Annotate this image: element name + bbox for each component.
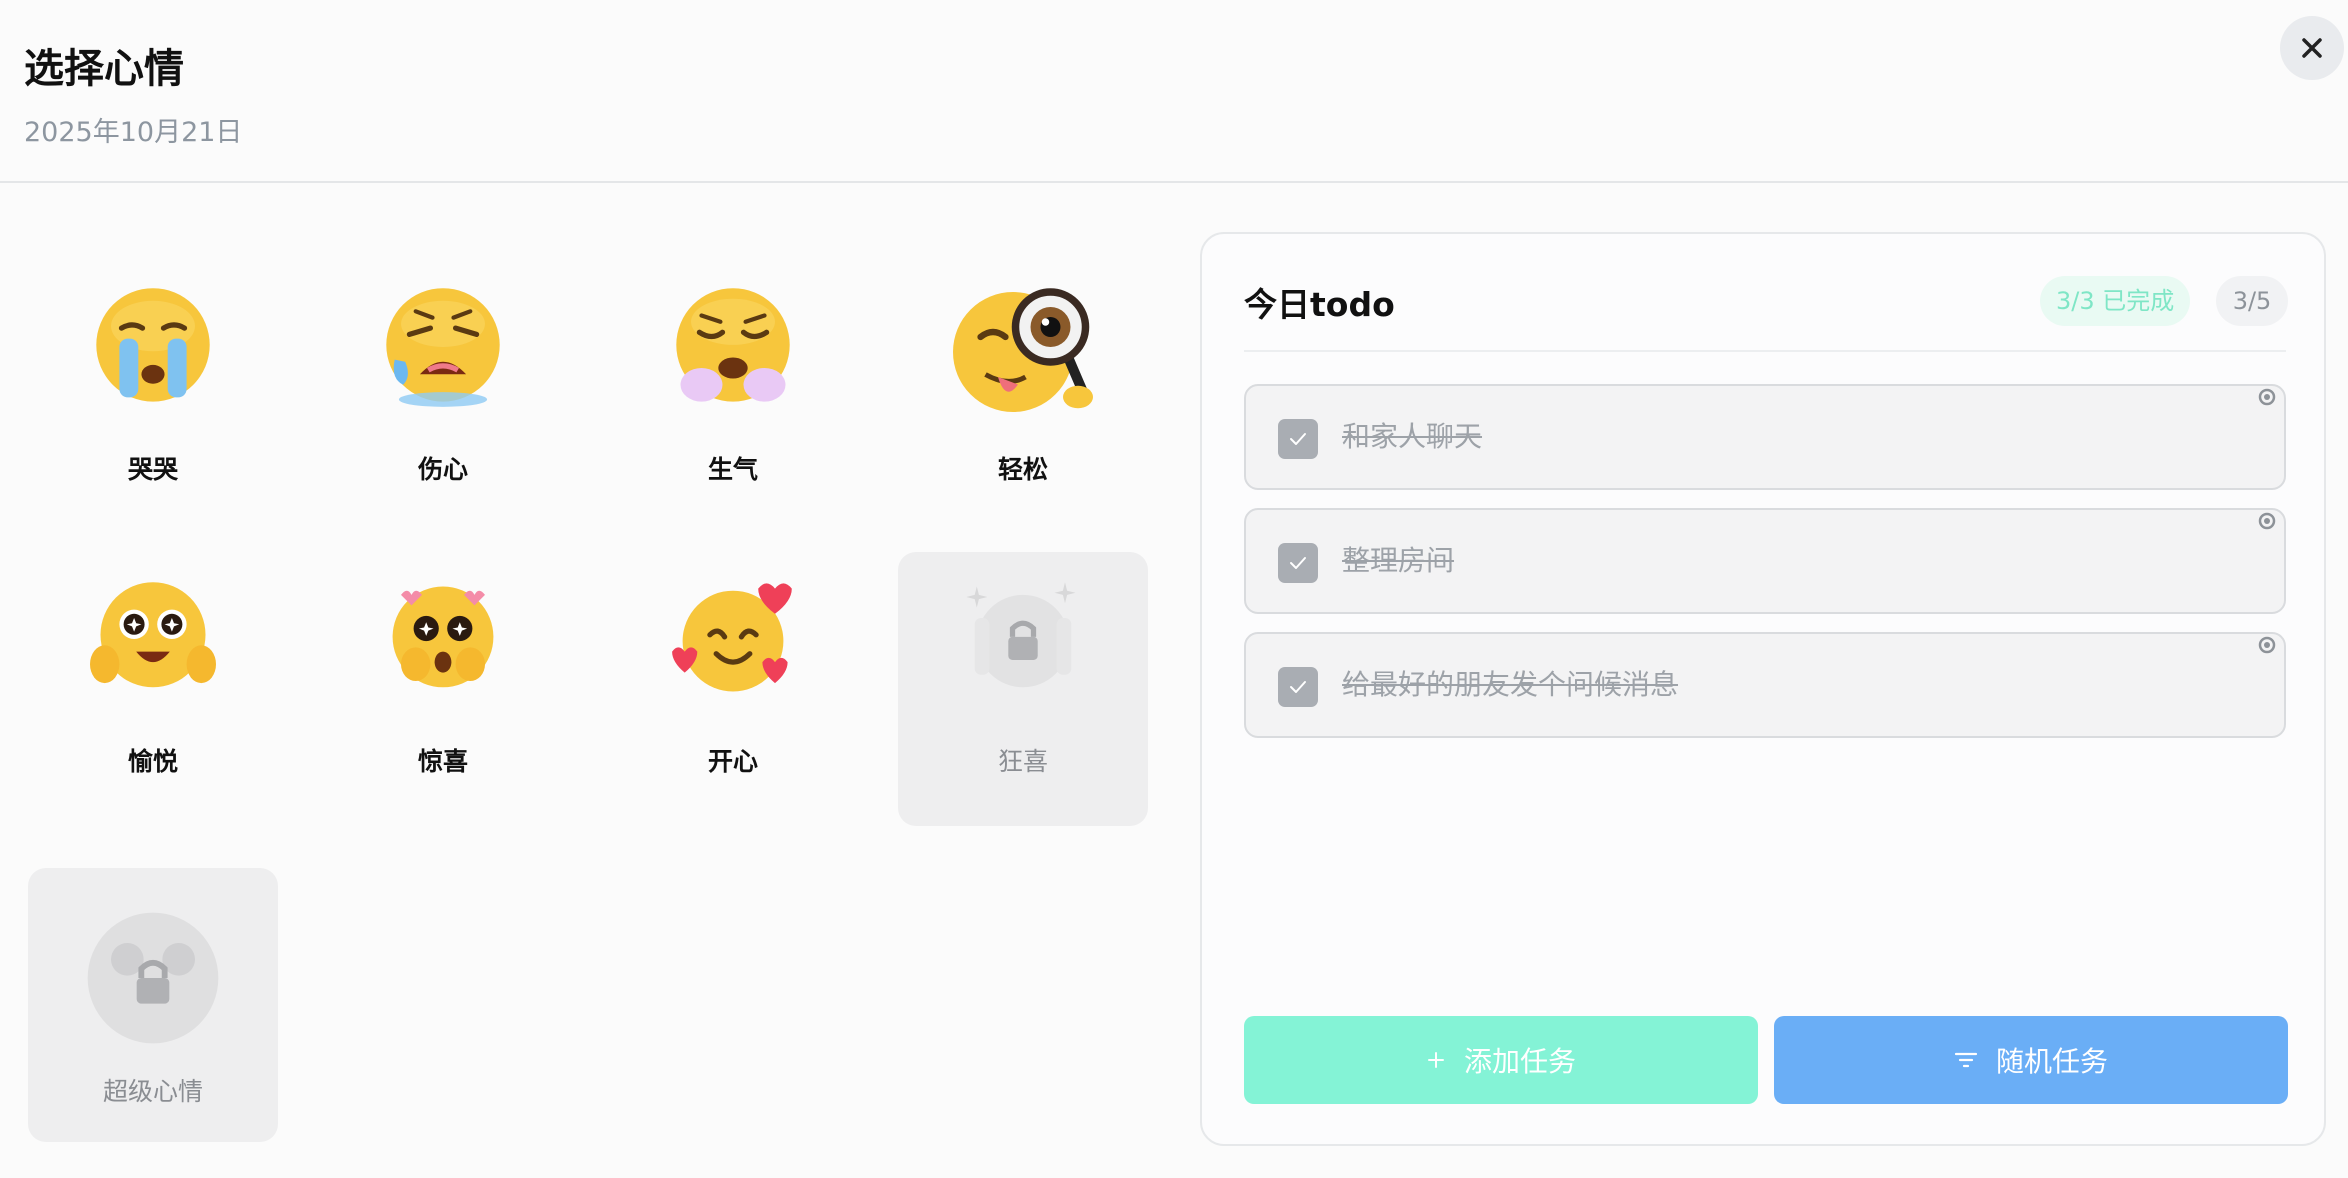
completed-badge: 3/3 已完成 — [2040, 276, 2191, 326]
mood-option-relaxed[interactable]: 轻松 — [898, 260, 1148, 534]
mood-option-sad[interactable]: 伤心 — [318, 260, 568, 534]
surprised-face-icon — [392, 586, 494, 688]
task-checkbox[interactable] — [1278, 543, 1318, 583]
plus-icon — [1427, 1052, 1444, 1068]
sad-face-icon — [386, 288, 500, 407]
magnifier-face-icon — [953, 288, 1093, 412]
divider — [1244, 350, 2286, 352]
check-icon — [1290, 681, 1306, 693]
refresh-icon[interactable] — [2256, 386, 2278, 408]
task-item[interactable]: 给最好的朋友发个问候消息 — [1244, 632, 2286, 738]
angry-face-icon — [676, 288, 790, 402]
header: 选择心情 2025年10月21日 — [0, 0, 2348, 183]
check-icon — [1290, 433, 1306, 445]
hearts-face-icon — [672, 583, 792, 692]
refresh-icon[interactable] — [2256, 634, 2278, 656]
close-icon — [2302, 38, 2322, 58]
mood-label: 轻松 — [997, 455, 1048, 484]
random-task-label: 随机任务 — [1995, 1045, 2108, 1078]
add-task-button[interactable]: 添加任务 — [1244, 1016, 1758, 1104]
mood-label: 开心 — [707, 747, 758, 776]
task-checkbox[interactable] — [1278, 419, 1318, 459]
task-checkbox[interactable] — [1278, 667, 1318, 707]
locked-mood-icon — [966, 582, 1076, 688]
filter-icon — [1954, 1052, 1978, 1068]
locked-mood-icon — [87, 912, 219, 1044]
task-count-badge: 3/5 — [2216, 276, 2288, 326]
crying-face-icon — [96, 288, 210, 402]
task-text: 给最好的朋友发个问候消息 — [1342, 668, 1679, 701]
add-task-label: 添加任务 — [1463, 1045, 1576, 1078]
date-label: 2025年10月21日 — [24, 117, 243, 148]
task-item[interactable]: 整理房间 — [1244, 508, 2286, 614]
mood-option-pleased[interactable]: 愉悦 — [28, 552, 278, 826]
task-item[interactable]: 和家人聊天 — [1244, 384, 2286, 490]
star-eyes-face-icon — [90, 582, 216, 688]
todo-panel: 今日todo 3/3 已完成 3/5 和家人聊天 整理房间 给最好的朋友发个问候… — [1200, 232, 2326, 1146]
mood-option-happy[interactable]: 开心 — [608, 552, 858, 826]
mood-option-angry[interactable]: 生气 — [608, 260, 858, 534]
close-button[interactable] — [2280, 16, 2344, 80]
page-title: 选择心情 — [24, 46, 184, 92]
mood-option-crying[interactable]: 哭哭 — [28, 260, 278, 534]
mood-label: 伤心 — [417, 455, 468, 484]
task-text: 和家人聊天 — [1342, 420, 1483, 453]
mood-option-super-locked[interactable]: 超级心情 — [28, 868, 278, 1142]
random-task-button[interactable]: 随机任务 — [1774, 1016, 2288, 1104]
mood-option-ecstatic-locked[interactable]: 狂喜 — [898, 552, 1148, 826]
mood-label: 惊喜 — [417, 747, 468, 776]
refresh-icon[interactable] — [2256, 510, 2278, 532]
mood-label: 哭哭 — [127, 455, 178, 484]
mood-label: 生气 — [707, 455, 758, 484]
mood-option-surprised[interactable]: 惊喜 — [318, 552, 568, 826]
task-text: 整理房间 — [1342, 544, 1455, 577]
todo-title: 今日todo — [1244, 285, 1395, 324]
check-icon — [1290, 557, 1306, 569]
mood-label: 狂喜 — [997, 747, 1048, 776]
mood-label: 愉悦 — [127, 747, 178, 776]
mood-label: 超级心情 — [102, 1077, 203, 1106]
